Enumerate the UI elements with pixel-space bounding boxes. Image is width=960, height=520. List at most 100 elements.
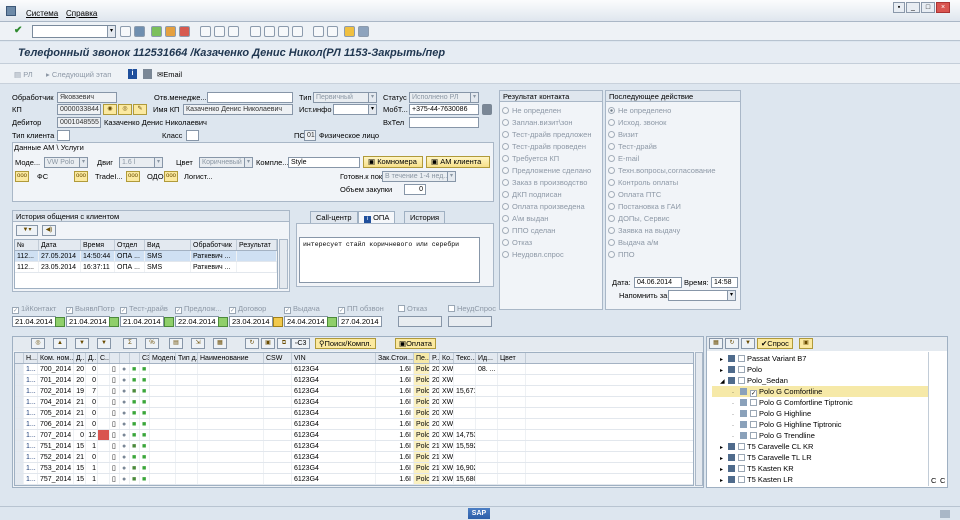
volume-field[interactable]: 0 [404,184,426,195]
save-icon[interactable] [134,26,145,37]
stock-col-header[interactable] [130,353,140,363]
tree-node[interactable]: · Polo G Highline [712,408,928,419]
next-stage-button[interactable]: ▸ Следующий этап [46,70,111,79]
tree-node[interactable]: · Polo G Trendline [712,430,928,441]
next-action-option[interactable]: ДОПы, Сервис [606,213,740,225]
print-list-icon[interactable]: ▤ [169,338,183,349]
stock-row[interactable]: 1...700_2014200▯●■■6123G41.6IPolo G Comf… [15,364,693,375]
stock-row[interactable]: 1...701_2014200▯●■■6123G41.6IPolo G Comf… [15,375,693,386]
callcenter-textarea[interactable]: интересует стайл коричневого или серебри [299,237,480,283]
stock-row[interactable]: 1...707_2014012▯●■■6123G41.6IPolo G Comf… [15,430,693,441]
row-selector[interactable] [15,397,24,407]
result-contact-radio-icon[interactable] [502,239,509,246]
stage-status-icon[interactable] [273,317,283,327]
next-action-option[interactable]: Визит [606,129,740,141]
cancel-icon[interactable] [179,26,190,37]
result-contact-radio-icon[interactable] [502,107,509,114]
rl-button[interactable]: ▤ РЛ [14,70,33,79]
next-action-radio-icon[interactable] [608,179,615,186]
model-field[interactable]: VW Polo ▾ [44,157,88,168]
result-contact-option[interactable]: ППО сделан [500,225,602,237]
demand-button[interactable]: ✔Спрос [757,338,793,349]
kp-name-field[interactable]: Казаченко Денис Николаевич [183,104,293,115]
back-icon[interactable] [120,26,131,37]
result-contact-option[interactable]: Не определен [500,105,602,117]
result-contact-option[interactable]: Предложение сделано [500,165,602,177]
resp-manager-field[interactable] [207,92,293,103]
type-field[interactable]: Первичный ▾ [313,92,377,103]
stock-col-header[interactable]: Наименование [198,353,264,363]
next-action-option[interactable]: Не определено [606,105,740,117]
filter-icon[interactable]: ▼ [97,338,111,349]
complect-field[interactable]: Style [288,157,360,168]
result-contact-radio-icon[interactable] [502,251,509,258]
subtotal-icon[interactable]: % [145,338,159,349]
sap-window-icon[interactable] [6,6,16,16]
details-icon[interactable]: ◎ [31,338,45,349]
pc-field[interactable]: 01 [304,130,316,141]
stage-date[interactable]: 24.04.2014 [284,316,328,327]
tree-expander-icon[interactable]: ▸ [720,476,728,485]
worktel-field[interactable] [409,117,479,128]
result-contact-option[interactable]: Тест-драйв проведен [500,141,602,153]
tree-checkbox[interactable] [738,366,745,373]
history-col[interactable]: Время [81,240,115,250]
stock-row[interactable]: 1...705_2014210▯●■■6123G41.6IPolo G Comf… [15,408,693,419]
stage-date[interactable] [398,316,442,327]
stage-check-icon[interactable]: ✓ [12,307,19,314]
next-action-radio-icon[interactable] [608,131,615,138]
stage-check-icon[interactable]: ✓ [229,307,236,314]
prev-page-icon[interactable] [264,26,275,37]
new-session-icon[interactable] [313,26,324,37]
action-time-field[interactable]: 14:58 [711,277,738,288]
row-selector[interactable] [15,441,24,451]
next-action-option[interactable]: Техн.вопросы,согласование [606,165,740,177]
row-selector[interactable] [15,452,24,462]
status-dropdown-icon[interactable]: ▾ [470,93,478,102]
tree-node[interactable]: · Polo G Highline Tiptronic [712,419,928,430]
refresh-icon[interactable]: ↻ [245,338,259,349]
tree-checkbox[interactable] [750,399,757,406]
last-page-icon[interactable] [292,26,303,37]
stock-scrollbar[interactable] [695,352,703,486]
source-dropdown-icon[interactable]: ▾ [368,105,376,114]
find-next-icon[interactable] [228,26,239,37]
tree-checkbox[interactable] [738,476,745,483]
stage-checkbox[interactable]: НеудСпрос [448,304,496,314]
print-icon[interactable] [200,26,211,37]
tree-checkbox[interactable] [738,454,745,461]
stage-check-icon[interactable] [398,305,405,312]
stage-status-icon[interactable] [55,317,65,327]
next-action-option[interactable]: Заявка на выдачу [606,225,740,237]
result-contact-radio-icon[interactable] [502,167,509,174]
stage-date[interactable]: 27.04.2014 [338,316,382,327]
tab-call-center[interactable]: Call-центр [310,211,358,223]
stage-checkbox[interactable]: ✓ Выдача [284,304,320,314]
tab-am-data[interactable]: Данные АМ \ Услуги [14,143,84,153]
enter-check-icon[interactable]: ✔ [14,25,22,36]
stage-checkbox[interactable]: ✓ Предлож... [175,304,222,314]
stage-check-icon[interactable]: ✓ [338,307,345,314]
stage-date[interactable]: 21.04.2014 [66,316,110,327]
stock-col-header[interactable]: Н... [24,353,38,363]
stock-col-header[interactable]: CSW [264,353,292,363]
row-selector[interactable] [15,386,24,396]
engine-dropdown-icon[interactable]: ▾ [154,158,162,167]
result-contact-option[interactable]: ДКП подписан [500,189,602,201]
source-field[interactable]: ▾ [333,104,377,115]
stock-col-header[interactable]: Д... [74,353,86,363]
row-selector[interactable] [15,408,24,418]
result-contact-radio-icon[interactable] [502,119,509,126]
stage-date[interactable]: 23.04.2014 [229,316,273,327]
stock-col-header[interactable] [120,353,130,363]
tree-node[interactable]: ▸ T5 Caravelle TL LR [712,452,928,463]
next-action-radio-icon[interactable] [608,203,615,210]
result-contact-radio-icon[interactable] [502,227,509,234]
sort-asc-icon[interactable]: ▲ [53,338,67,349]
stock-row[interactable]: 1...706_2014210▯●■■6123G41.6IPolo G Comf… [15,419,693,430]
result-contact-option[interactable]: Заказ в производство [500,177,602,189]
stock-col-header[interactable]: Тип д... [176,353,198,363]
tab-history[interactable]: История [404,211,446,223]
result-contact-option[interactable]: Тест-драйв предложен [500,129,602,141]
back-green-icon[interactable] [151,26,162,37]
